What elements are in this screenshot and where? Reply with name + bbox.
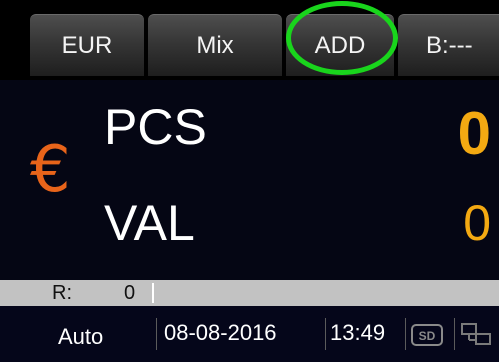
currency-tab[interactable]: EUR [30, 14, 144, 76]
status-date: 08-08-2016 [164, 320, 277, 345]
sd-card-icon: SD [411, 324, 443, 346]
batch-tab[interactable]: B:--- [398, 14, 499, 76]
status-time: 13:49 [330, 320, 386, 345]
currency-tab-label: EUR [61, 31, 113, 59]
pieces-count: 0 [457, 100, 491, 167]
status-divider [325, 318, 326, 350]
status-divider [454, 318, 455, 350]
counter-screen: EUR Mix ADD B:--- € PCS 0 VAL 0 R: 0 Aut… [0, 0, 499, 362]
add-tab-label: ADD [314, 31, 366, 59]
status-divider [156, 318, 157, 350]
reject-divider [152, 283, 154, 303]
svg-text:SD: SD [419, 329, 436, 343]
reject-label: R: [52, 282, 72, 304]
pieces-label: PCS [104, 99, 207, 155]
value-total: 0 [463, 195, 491, 251]
batch-tab-label: B:--- [426, 31, 473, 59]
reject-count: 0 [124, 282, 136, 304]
status-bar: Auto 08-08-2016 13:49 SD [0, 306, 499, 362]
reject-bar: R: 0 [0, 280, 499, 306]
value-label: VAL [104, 195, 195, 251]
network-icon [461, 323, 491, 345]
count-display: € PCS 0 VAL 0 [0, 80, 499, 280]
status-divider [405, 318, 406, 350]
function-tab-bar: EUR Mix ADD B:--- [0, 0, 499, 80]
add-tab[interactable]: ADD [286, 14, 394, 76]
mode-tab-label: Mix [196, 31, 234, 59]
count-mode-status: Auto [58, 324, 104, 349]
mode-tab[interactable]: Mix [148, 14, 282, 76]
euro-icon: € [30, 133, 71, 207]
